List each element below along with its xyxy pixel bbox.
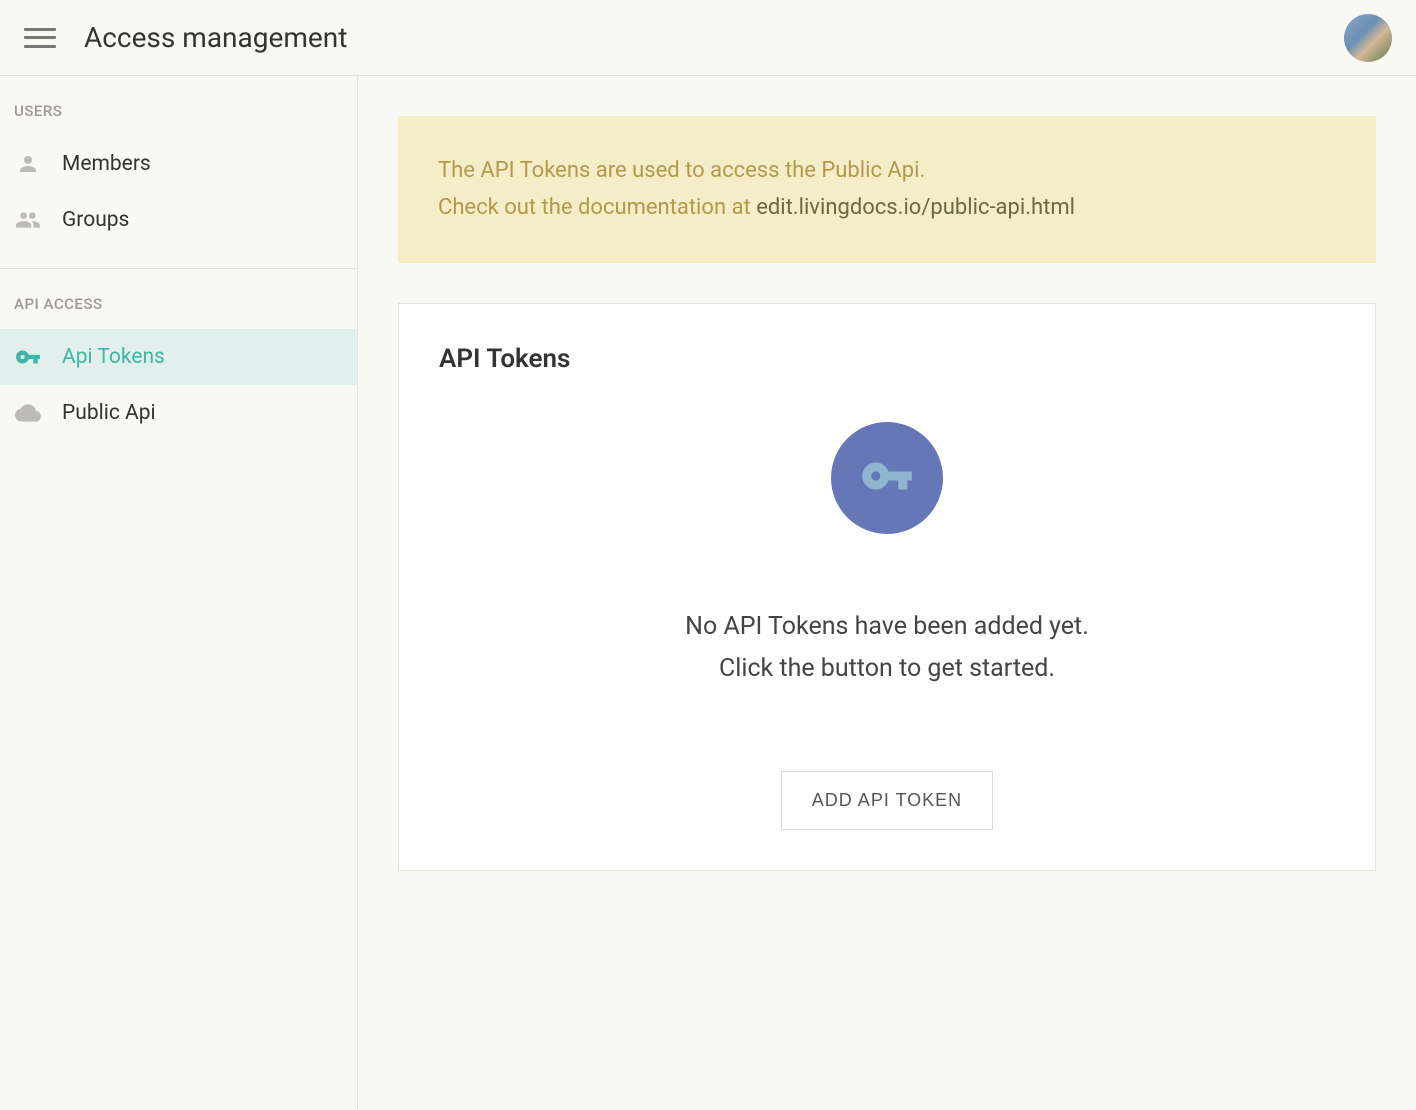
people-icon (14, 206, 42, 234)
sidebar-header-api-access: API ACCESS (0, 269, 357, 329)
notice-line2-prefix: Check out the documentation at (438, 195, 756, 220)
api-tokens-card: API Tokens No API Tokens have been added… (398, 303, 1376, 871)
sidebar-item-label: Groups (62, 208, 129, 232)
empty-line1: No API Tokens have been added yet. (685, 606, 1089, 649)
sidebar-item-public-api[interactable]: Public Api (0, 385, 357, 441)
sidebar-section-api-access: API ACCESS Api Tokens Public Api (0, 269, 357, 441)
empty-state: No API Tokens have been added yet. Click… (439, 422, 1335, 830)
documentation-link[interactable]: edit.livingdocs.io/public-api.html (756, 195, 1075, 220)
add-api-token-button[interactable]: ADD API TOKEN (781, 771, 993, 830)
notice-line2: Check out the documentation at edit.livi… (438, 189, 1336, 226)
key-icon (860, 449, 914, 507)
page-title: Access management (84, 21, 347, 54)
sidebar-item-members[interactable]: Members (0, 136, 357, 192)
key-icon (14, 343, 42, 371)
empty-state-text: No API Tokens have been added yet. Click… (685, 606, 1089, 691)
sidebar-section-users: USERS Members Groups (0, 76, 357, 269)
empty-line2: Click the button to get started. (685, 648, 1089, 691)
card-title: API Tokens (439, 344, 1335, 374)
info-notice: The API Tokens are used to access the Pu… (398, 116, 1376, 263)
notice-line1: The API Tokens are used to access the Pu… (438, 152, 1336, 189)
sidebar-header-users: USERS (0, 76, 357, 136)
sidebar-item-label: Members (62, 152, 151, 176)
empty-state-icon-circle (831, 422, 943, 534)
person-icon (14, 150, 42, 178)
sidebar: USERS Members Groups API ACCESS (0, 76, 358, 1110)
hamburger-menu-icon[interactable] (24, 26, 56, 50)
cloud-icon (14, 399, 42, 427)
sidebar-item-label: Public Api (62, 401, 156, 425)
sidebar-item-api-tokens[interactable]: Api Tokens (0, 329, 357, 385)
main-content: The API Tokens are used to access the Pu… (358, 76, 1416, 1110)
sidebar-item-groups[interactable]: Groups (0, 192, 357, 248)
sidebar-item-label: Api Tokens (62, 345, 165, 369)
avatar[interactable] (1344, 14, 1392, 62)
header: Access management (0, 0, 1416, 76)
